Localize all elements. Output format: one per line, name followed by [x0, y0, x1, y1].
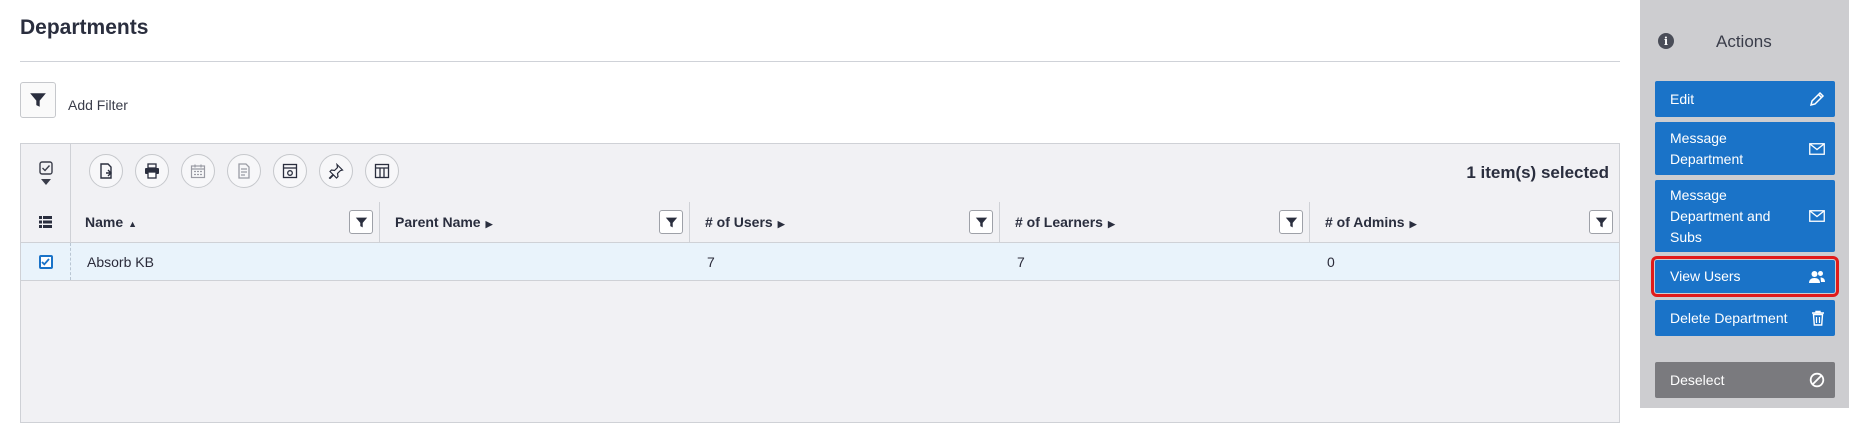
- checked-icon: [38, 254, 53, 269]
- actions-header: i Actions: [1658, 30, 1838, 54]
- actions-title: Actions: [1716, 32, 1772, 51]
- column-filter-button[interactable]: [659, 210, 683, 234]
- column-label: Name: [85, 214, 124, 230]
- button-label: Message Department and Subs: [1670, 186, 1771, 245]
- button-label: Deselect: [1670, 371, 1725, 388]
- filter-icon: [975, 217, 987, 227]
- delete-department-button[interactable]: Delete Department: [1655, 300, 1835, 336]
- sort-asc-icon: ▲: [128, 219, 138, 229]
- filter-icon: [30, 93, 46, 107]
- deselect-button[interactable]: Deselect: [1655, 362, 1835, 398]
- filter-icon: [355, 217, 367, 227]
- sort-icon: ▶: [485, 219, 493, 229]
- cell-users: 7: [707, 254, 715, 270]
- column-label: # of Admins: [1325, 214, 1405, 230]
- trash-icon: [1812, 310, 1824, 326]
- column-filter-button[interactable]: [1589, 210, 1613, 234]
- table-row[interactable]: Absorb KB 7 7 0: [21, 243, 1619, 281]
- column-filter-button[interactable]: [349, 210, 373, 234]
- button-label: Delete Department: [1670, 309, 1788, 326]
- checkbox-icon: [38, 161, 53, 175]
- settings-window-icon: [282, 163, 298, 179]
- button-label: Edit: [1670, 90, 1695, 107]
- users-icon: [1809, 270, 1825, 283]
- view-users-button[interactable]: View Users: [1651, 256, 1839, 297]
- filter-button[interactable]: [20, 82, 56, 118]
- export-icon: [100, 163, 112, 179]
- column-filter-button[interactable]: [1279, 210, 1303, 234]
- cell-name: Absorb KB: [87, 254, 154, 270]
- list-icon: [39, 216, 52, 228]
- actions-sidebar: i Actions Edit Message Department Messag…: [1640, 0, 1849, 408]
- column-header-name[interactable]: Name ▲: [70, 202, 380, 242]
- message-department-subs-button[interactable]: Message Department and Subs: [1655, 180, 1835, 252]
- cell-learners: 7: [1017, 254, 1025, 270]
- column-header-learners[interactable]: # of Learners ▶: [1000, 202, 1310, 242]
- add-filter-link[interactable]: Add Filter: [68, 97, 128, 113]
- schedule-button[interactable]: [181, 154, 215, 188]
- columns-button[interactable]: [365, 154, 399, 188]
- page-title: Departments: [20, 16, 149, 39]
- column-label: # of Users: [705, 214, 773, 230]
- main-content: Departments Add Filter 1 item(s) selecte…: [0, 0, 1640, 423]
- table-header: Name ▲ Parent Name ▶ # of Users ▶ # of Lear…: [21, 202, 1619, 243]
- columns-icon: [374, 163, 390, 179]
- column-label: Parent Name: [395, 214, 481, 230]
- row-checkbox[interactable]: [21, 243, 71, 280]
- button-label: View Users: [1670, 268, 1741, 284]
- pencil-icon: [1809, 91, 1825, 107]
- envelope-icon: [1809, 142, 1825, 155]
- edit-button[interactable]: Edit: [1655, 81, 1835, 117]
- filter-icon: [1285, 217, 1297, 227]
- column-filter-button[interactable]: [969, 210, 993, 234]
- column-label: # of Learners: [1015, 214, 1103, 230]
- column-header-parent-name[interactable]: Parent Name ▶: [380, 202, 690, 242]
- sort-icon: ▶: [1409, 219, 1417, 229]
- button-label: Message Department: [1670, 129, 1744, 167]
- column-header-users[interactable]: # of Users ▶: [690, 202, 1000, 242]
- select-all-menu[interactable]: [21, 144, 71, 202]
- grid-toolbar: 1 item(s) selected: [21, 144, 1619, 203]
- filter-icon: [1595, 217, 1607, 227]
- info-icon[interactable]: i: [1658, 33, 1674, 49]
- sort-icon: ▶: [1107, 219, 1115, 229]
- message-department-button[interactable]: Message Department: [1655, 122, 1835, 175]
- caret-down-icon: [40, 179, 51, 185]
- ban-icon: [1809, 372, 1825, 388]
- report-button[interactable]: [227, 154, 261, 188]
- print-icon: [145, 163, 159, 179]
- export-button[interactable]: [89, 154, 123, 188]
- column-header-admins[interactable]: # of Admins ▶: [1310, 202, 1619, 242]
- calendar-icon: [190, 164, 206, 179]
- pin-button[interactable]: [319, 154, 353, 188]
- selected-count: 1 item(s) selected: [1466, 163, 1609, 182]
- title-divider: [20, 61, 1620, 62]
- filter-icon: [665, 217, 677, 227]
- report-icon: [238, 163, 250, 179]
- envelope-icon: [1809, 210, 1825, 222]
- column-chooser[interactable]: [21, 202, 71, 242]
- settings-window-button[interactable]: [273, 154, 307, 188]
- pin-icon: [328, 163, 344, 179]
- print-button[interactable]: [135, 154, 169, 188]
- departments-grid: 1 item(s) selected Name ▲ Parent Name ▶: [20, 143, 1620, 423]
- sort-icon: ▶: [777, 219, 785, 229]
- cell-admins: 0: [1327, 254, 1335, 270]
